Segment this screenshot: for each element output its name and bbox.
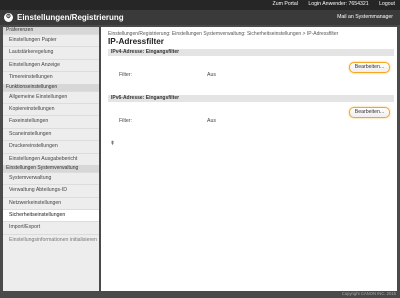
ipv4-section-header: IPv4-Adresse: Eingangsfilter (108, 49, 394, 56)
ipv4-filter-label: Filter: (119, 72, 132, 78)
sidebar-item-volume[interactable]: Lautstärkeregelung (3, 46, 99, 58)
ipv4-edit-button[interactable]: Bearbeiten... (349, 62, 390, 73)
sidebar-item-timer[interactable]: Timereinstellungen (3, 71, 99, 83)
login-user-text: Login Anwender: 7654321 (308, 1, 369, 7)
sidebar-item-printer[interactable]: Druckereinstellungen (3, 140, 99, 152)
sidebar-item-paper[interactable]: Einstellungen Papier (3, 34, 99, 46)
sidebar-item-network[interactable]: Netzwerkeinstellungen (3, 196, 99, 209)
top-links: Zum Portal Login Anwender: 7654321 Logou… (264, 1, 395, 7)
sidebar-item-display[interactable]: Einstellungen Anzeige (3, 58, 99, 71)
sidebar-item-security[interactable]: Sicherheitseinstellungen (3, 209, 99, 222)
top-bar: Zum Portal Login Anwender: 7654321 Logou… (0, 0, 400, 10)
ipv6-filter-value: Aus (207, 118, 216, 124)
sidebar-section-preferences: Präferenzen (3, 27, 99, 34)
app-title: Einstellungen/Registrierung (17, 13, 124, 22)
portal-link[interactable]: Zum Portal (273, 1, 298, 7)
main-content: Einstellungen/Registrierung: Einstellung… (101, 27, 397, 291)
sidebar-item-copy[interactable]: Kopiereinstellungen (3, 102, 99, 115)
sidebar-section-system: Einstellungen Systemverwaltung (3, 164, 99, 172)
logout-link[interactable]: Logout (379, 1, 395, 7)
sidebar-item-import-export[interactable]: Import/Export (3, 221, 99, 233)
sidebar-section-functions: Funktionseinstellungen (3, 83, 99, 91)
sidebar-item-department-id[interactable]: Verwaltung Abteilungs-ID (3, 184, 99, 196)
sidebar-item-system-management[interactable]: Systemverwaltung (3, 171, 99, 184)
mail-to-admin-link[interactable]: Mail an Systemmanager (337, 14, 393, 20)
sidebar-item-fax[interactable]: Faxeinstellungen (3, 115, 99, 127)
scroll-to-top-icon[interactable]: ⇞ (110, 140, 115, 147)
sidebar-item-initialize[interactable]: Einstellungsinformationen initialisieren (3, 233, 99, 251)
header-bar: ⚙ Einstellungen/Registrierung Mail an Sy… (0, 10, 400, 25)
copyright-text: Copyright CANON INC. 2015 (341, 291, 396, 296)
sidebar: Präferenzen Einstellungen Papier Lautstä… (3, 27, 99, 291)
ipv6-filter-label: Filter: (119, 118, 132, 124)
ipv6-section-header: IPv6-Adresse: Eingangsfilter (108, 95, 394, 102)
ipv4-filter-value: Aus (207, 72, 216, 78)
sidebar-item-general[interactable]: Allgemeine Einstellungen (3, 90, 99, 103)
sidebar-item-report[interactable]: Einstellungen Ausgabebericht (3, 152, 99, 165)
sidebar-item-scan[interactable]: Scaneinstellungen (3, 127, 99, 140)
page-title: IP-Adressfilter (108, 37, 164, 46)
ipv6-edit-button[interactable]: Bearbeiten... (349, 107, 390, 118)
settings-logo-icon: ⚙ (4, 13, 13, 22)
